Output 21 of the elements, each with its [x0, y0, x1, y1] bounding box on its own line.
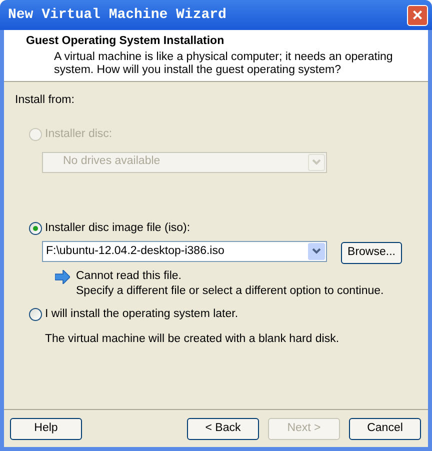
- option-note: The virtual machine will be created with a blank hard disk.: [45, 332, 340, 347]
- section-label: Install from:: [15, 93, 76, 108]
- page-description: A virtual machine is like a physical computer; it needs an operating system. How will you install the guest operating system?: [54, 50, 394, 77]
- wizard-button[interactable]: < Back: [187, 418, 259, 440]
- arrow-icon: [55, 270, 70, 284]
- path-combo-field[interactable]: F:\ubuntu-12.04.2-desktop-i386.iso: [42, 240, 327, 262]
- option-label: Installer disc image file (iso):: [45, 220, 190, 236]
- message-text: Specify a different file or select a different option to continue.: [76, 284, 384, 299]
- close-button[interactable]: ×: [407, 4, 428, 26]
- option-label: I will install the operating system later.: [45, 306, 238, 322]
- page-title: Guest Operating System Installation: [26, 35, 226, 49]
- wizard-button[interactable]: Help: [10, 418, 82, 440]
- radio-button[interactable]: [29, 308, 42, 321]
- message-text: Cannot read this file.: [76, 268, 182, 284]
- radio-button[interactable]: [29, 222, 42, 235]
- browse-button[interactable]: Browse...: [341, 242, 402, 264]
- dropdown-value: No drives available: [63, 154, 160, 170]
- option-label: Installer disc:: [45, 127, 112, 142]
- wizard-button[interactable]: Cancel: [349, 418, 421, 440]
- path-value: F:\ubuntu-12.04.2-desktop-i386.iso: [46, 244, 224, 259]
- window-title: New Virtual Machine Wizard: [8, 6, 226, 24]
